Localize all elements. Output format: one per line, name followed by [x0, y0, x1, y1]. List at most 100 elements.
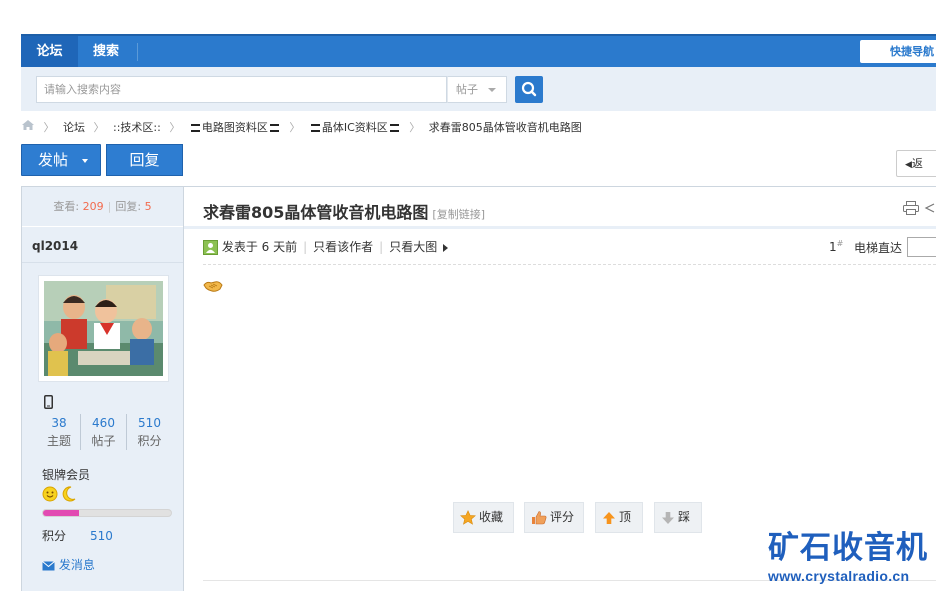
search-type-select[interactable]: 帖子	[447, 76, 507, 103]
jump-to-floor-label: 电梯直达	[854, 241, 903, 255]
handshake-icon	[203, 279, 223, 296]
breadcrumb-separator: 〉	[169, 121, 181, 134]
favorite-button[interactable]: 收藏	[453, 502, 514, 533]
send-message-label: 发消息	[58, 558, 95, 572]
post-time: 发表于 6 天前	[221, 240, 298, 254]
breadcrumb-ic[interactable]: 晶体IC资料区	[322, 119, 388, 137]
stat-posts[interactable]: 460 帖子	[80, 414, 126, 450]
watermark-url: www.crystalradio.cn	[768, 568, 910, 584]
floor-number: 1#	[829, 239, 843, 254]
floor-value: 1	[829, 240, 837, 254]
section-mark-icon	[269, 124, 279, 132]
post-info: 发表于 6 天前 | 只看该作者 | 只看大图	[203, 238, 449, 256]
nav-forum[interactable]: 论坛	[21, 36, 78, 67]
chevron-down-icon	[488, 88, 496, 92]
topics-label: 主题	[46, 434, 71, 448]
star-icon	[460, 510, 476, 525]
title-divider	[184, 226, 936, 229]
sun-icon	[42, 486, 58, 502]
credits-label: 积分	[137, 434, 162, 448]
thumbs-up-icon	[532, 511, 547, 525]
info-divider: |	[303, 240, 308, 254]
print-icon[interactable]	[903, 200, 919, 215]
chevron-left-icon: ◀	[905, 160, 912, 170]
section-mark-icon	[190, 124, 200, 132]
breadcrumb-separator: 〉	[289, 121, 301, 134]
breadcrumb-circuit[interactable]: 电路图资料区	[202, 119, 268, 137]
rate-button[interactable]: 评分	[524, 502, 584, 533]
post-divider	[203, 264, 936, 265]
arrow-up-icon	[603, 511, 615, 524]
avatar[interactable]	[38, 275, 169, 382]
copy-link[interactable]: [复制链接]	[432, 208, 485, 221]
thread-title-bar: 求春雷805晶体管收音机电路图 [复制链接]	[203, 199, 485, 223]
stats-divider: |	[107, 200, 112, 213]
stat-topics[interactable]: 38 主题	[36, 414, 82, 450]
mobile-icon	[44, 395, 53, 412]
new-post-button[interactable]: 发帖	[21, 144, 101, 176]
author-rank[interactable]: 银牌会员	[42, 466, 90, 483]
rank-progress-fill	[43, 510, 79, 516]
play-arrow-icon	[443, 243, 449, 252]
thread-title: 求春雷805晶体管收音机电路图	[203, 203, 429, 222]
arrow-down-icon	[662, 511, 674, 524]
back-button[interactable]: ◀返	[896, 150, 936, 177]
points-label: 积分	[42, 529, 67, 543]
author-sidebar: 查看: 209 | 回复: 5 ql2014 38 主题 460 帖子 510 …	[21, 187, 184, 591]
home-icon[interactable]	[21, 119, 35, 137]
breadcrumb-forum[interactable]: 论坛	[63, 119, 85, 137]
divider	[22, 262, 183, 263]
back-label: 返	[911, 157, 923, 170]
online-user-icon	[203, 240, 218, 255]
favorite-label: 收藏	[479, 510, 504, 524]
search-bar: 请输入搜索内容 帖子	[21, 67, 936, 111]
breadcrumb: 〉 论坛 〉 ::技术区:: 〉 电路图资料区 〉 晶体IC资料区 〉 求春雷8…	[21, 119, 582, 137]
only-large-images-link[interactable]: 只看大图	[389, 240, 437, 254]
posts-label: 帖子	[91, 434, 116, 448]
search-button[interactable]	[515, 76, 543, 103]
info-divider: |	[379, 240, 384, 254]
search-icon	[521, 81, 537, 97]
top-nav: 论坛 搜索 快捷导航	[21, 34, 936, 67]
author-stats: 38 主题 460 帖子 510 积分	[36, 414, 174, 450]
chevron-down-icon	[82, 159, 88, 163]
downvote-button[interactable]: 踩	[654, 502, 702, 533]
section-mark-icon	[310, 124, 320, 132]
avatar-image	[44, 281, 163, 376]
watermark-name: 矿石收音机	[768, 530, 928, 566]
posts-count: 460	[92, 416, 115, 430]
replies-count: 5	[144, 200, 152, 213]
views-count: 209	[82, 200, 104, 213]
send-message-link[interactable]: 发消息	[42, 556, 95, 573]
thread-stats: 查看: 209 | 回复: 5	[22, 187, 183, 227]
breadcrumb-separator: 〉	[43, 121, 55, 134]
reply-button[interactable]: 回复	[106, 144, 183, 176]
replies-label: 回复:	[115, 200, 142, 213]
downvote-label: 踩	[678, 510, 691, 524]
breadcrumb-tech[interactable]: ::技术区::	[113, 119, 161, 137]
new-post-label: 发帖	[38, 151, 69, 169]
nav-search[interactable]: 搜索	[93, 36, 119, 67]
credits-count: 510	[138, 416, 161, 430]
only-author-link[interactable]: 只看该作者	[313, 240, 373, 254]
search-input[interactable]: 请输入搜索内容	[36, 76, 447, 103]
upvote-label: 顶	[619, 510, 632, 524]
author-name[interactable]: ql2014	[32, 239, 78, 253]
envelope-icon	[42, 560, 55, 570]
floor-sup: #	[836, 239, 844, 248]
prev-thread-icon[interactable]	[923, 201, 935, 215]
stat-credits[interactable]: 510 积分	[126, 414, 172, 450]
topics-count: 38	[51, 416, 67, 430]
upvote-button[interactable]: 顶	[595, 502, 643, 533]
rank-icons	[42, 486, 76, 502]
jump-to-floor-input[interactable]	[907, 237, 936, 257]
title-tools	[903, 200, 935, 215]
rate-label: 评分	[550, 510, 575, 524]
author-points: 积分 510	[42, 527, 113, 544]
views-label: 查看:	[53, 200, 80, 213]
search-type-label: 帖子	[456, 83, 478, 96]
breadcrumb-current[interactable]: 求春雷805晶体管收音机电路图	[429, 119, 582, 137]
quick-nav-button[interactable]: 快捷导航	[860, 40, 936, 63]
breadcrumb-separator: 〉	[409, 121, 421, 134]
site-watermark: 矿石收音机 www.crystalradio.cn	[768, 528, 933, 584]
